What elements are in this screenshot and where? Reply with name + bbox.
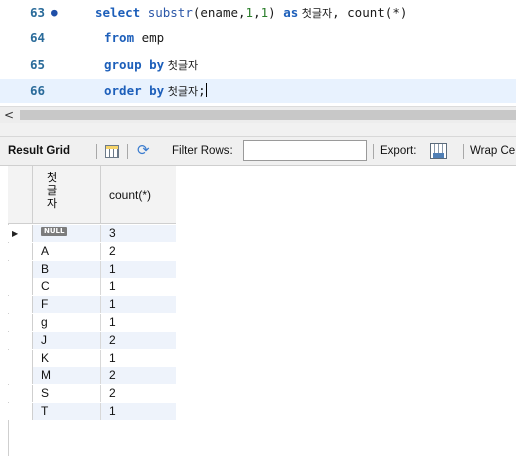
result-grid-tab[interactable]: Result Grid (8, 137, 70, 165)
row-header-cell[interactable] (8, 349, 33, 367)
cell-first-letter[interactable]: T (33, 403, 101, 420)
cell-count[interactable]: 1 (101, 296, 176, 314)
row-header-cell[interactable] (8, 278, 33, 296)
table-row[interactable]: F1 (8, 296, 176, 314)
table-row[interactable]: A2 (8, 242, 176, 260)
cell-first-letter[interactable]: NULL (33, 225, 101, 242)
table-row[interactable]: C1 (8, 278, 176, 296)
current-row-pointer-icon: ▶ (12, 229, 19, 238)
cell-count[interactable]: 3 (101, 225, 176, 242)
line-number: 65 (30, 57, 46, 72)
code-line-66[interactable]: 66 order by 첫글자; (0, 79, 516, 103)
row-header-cell[interactable] (8, 385, 33, 403)
cell-first-letter[interactable]: C (33, 278, 101, 296)
column-header-count[interactable]: count(*) (101, 166, 176, 224)
result-toolbar: Result Grid ⟳ Filter Rows: Export: Wrap … (0, 137, 516, 166)
table-row[interactable]: K1 (8, 349, 176, 367)
cell-count[interactable]: 1 (101, 278, 176, 295)
export-icon[interactable] (430, 143, 447, 159)
cell-count[interactable]: 1 (101, 403, 176, 420)
table-row[interactable]: J2 (8, 331, 176, 349)
code-text: select substr(ename,1,1) as 첫글자, count(*… (95, 5, 408, 20)
row-header-cell[interactable] (8, 314, 33, 331)
code-line-65[interactable]: 65 group by 첫글자 (0, 53, 516, 77)
code-text: group by 첫글자 (104, 57, 199, 72)
cell-count[interactable]: 1 (101, 260, 176, 278)
cell-count[interactable]: 1 (101, 314, 176, 331)
statement-bullet-icon: ● (51, 6, 58, 19)
cell-count[interactable]: 2 (101, 367, 176, 385)
table-row[interactable]: B1 (8, 260, 176, 278)
toolbar-divider (373, 144, 374, 159)
row-header-cell[interactable] (8, 260, 33, 278)
row-header-cell[interactable]: ▶ (8, 225, 33, 242)
grid-corner-cell[interactable] (8, 166, 33, 224)
row-header-cell[interactable] (8, 242, 33, 260)
cell-count[interactable]: 2 (101, 331, 176, 349)
column-header-first-letter[interactable]: 첫 글 자 (33, 166, 101, 224)
cell-count[interactable]: 1 (101, 350, 176, 367)
cell-first-letter[interactable]: g (33, 314, 101, 331)
table-row[interactable]: ▶ NULL 3 (8, 225, 176, 242)
code-text: from emp (104, 30, 165, 45)
row-header-cell[interactable] (8, 367, 33, 385)
line-number: 63 (30, 5, 46, 20)
row-header-cell[interactable] (8, 331, 33, 349)
grid-view-icon[interactable] (105, 145, 119, 158)
refresh-arrows-icon[interactable]: ⟳ (137, 143, 150, 159)
filter-rows-label: Filter Rows: (172, 145, 233, 157)
export-label: Export: (380, 145, 417, 157)
cell-first-letter[interactable]: J (33, 331, 101, 349)
code-line-63[interactable]: 63 ● select substr(ename,1,1) as 첫글자, co… (0, 1, 516, 25)
result-grid[interactable]: 첫 글 자 count(*) ▶ NULL 3 A 2 B 1 C 1 F 1 g 1 J 2 K 1 M 2 S 2 T… (0, 166, 516, 456)
table-row[interactable]: g1 (8, 314, 176, 331)
line-number: 66 (30, 83, 46, 98)
sql-editor[interactable]: 63 ● select substr(ename,1,1) as 첫글자, co… (0, 0, 516, 106)
row-header-cell[interactable] (8, 296, 33, 314)
toolbar-divider (96, 144, 97, 159)
table-row[interactable]: T1 (8, 403, 176, 420)
filter-rows-input[interactable] (243, 140, 367, 161)
cell-count[interactable]: 2 (101, 243, 176, 260)
editor-horizontal-scrollbar[interactable]: < (0, 106, 516, 123)
cell-first-letter[interactable]: M (33, 367, 101, 385)
code-line-64[interactable]: 64 from emp (0, 26, 516, 50)
scrollbar-thumb[interactable] (20, 110, 516, 120)
cell-first-letter[interactable]: S (33, 385, 101, 403)
grid-header: 첫 글 자 count(*) (0, 166, 176, 224)
scroll-left-arrow-icon[interactable]: < (2, 107, 16, 123)
cell-count[interactable]: 2 (101, 385, 176, 402)
row-header-cell[interactable] (8, 403, 33, 420)
table-row[interactable]: S2 (8, 385, 176, 403)
wrap-cell-content-label[interactable]: Wrap Ce (470, 137, 515, 165)
toolbar-divider (463, 144, 464, 159)
cell-first-letter[interactable]: K (33, 349, 101, 367)
line-number: 64 (30, 30, 46, 45)
cell-first-letter[interactable]: B (33, 260, 101, 278)
null-badge: NULL (41, 227, 68, 236)
code-text: order by 첫글자; (104, 83, 207, 98)
cell-first-letter[interactable]: A (33, 242, 101, 260)
table-row[interactable]: M2 (8, 367, 176, 385)
panel-splitter[interactable] (0, 123, 516, 137)
text-caret (205, 83, 207, 97)
toolbar-divider (127, 144, 128, 159)
cell-first-letter[interactable]: F (33, 296, 101, 314)
